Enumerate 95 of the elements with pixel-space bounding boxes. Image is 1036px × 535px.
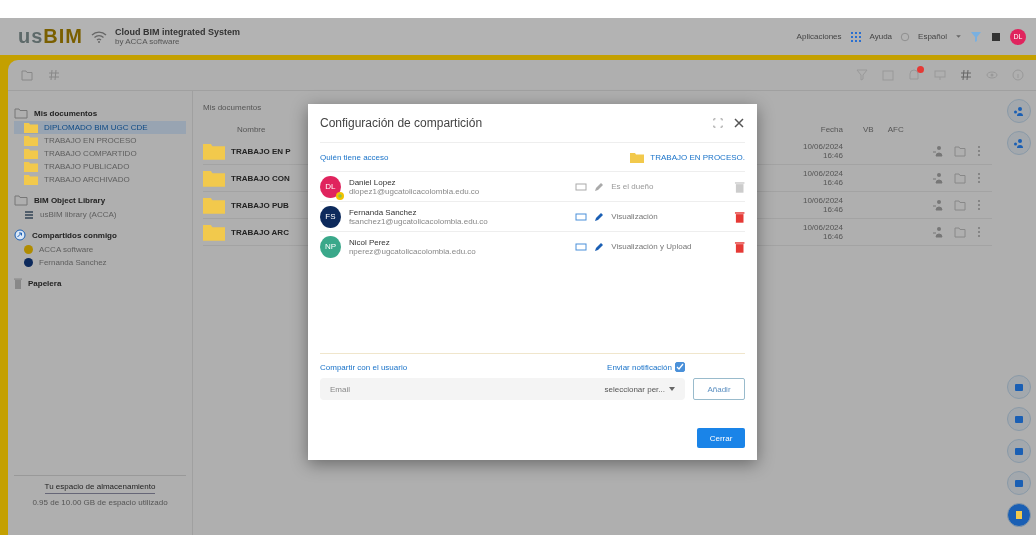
sidebar-section[interactable]: Compartidos conmigo (32, 230, 117, 240)
date-cell: 10/06/2024 (802, 169, 843, 178)
dialog-title: Configuración de compartición (320, 116, 483, 130)
sidebar-item[interactable]: Fernanda Sanchez (14, 256, 186, 269)
filter-icon[interactable] (970, 30, 982, 43)
folder-icon (203, 142, 225, 160)
column-header[interactable]: AFC (887, 124, 904, 134)
folder-outline-icon[interactable] (954, 226, 966, 238)
storage-title: Tu espacio de almacenamiento (44, 482, 156, 494)
file-name[interactable]: TRABAJO CON (231, 173, 290, 183)
storage-usage: 0.95 de 10.00 GB de espacio utilizado (32, 498, 168, 507)
card-icon[interactable] (575, 210, 588, 223)
folder-icon (630, 151, 645, 163)
time-cell: 16:46 (822, 178, 843, 187)
add-button[interactable]: Añadir (693, 378, 745, 400)
grid-icon[interactable] (849, 30, 862, 43)
logo: usBIM (18, 25, 83, 48)
hash-icon[interactable] (960, 69, 972, 81)
sidebar-section[interactable]: Mis documentos (34, 108, 98, 118)
trash-icon[interactable] (733, 210, 745, 223)
close-icon[interactable] (733, 117, 745, 129)
column-header[interactable]: Fecha (773, 124, 843, 134)
time-cell: 16:46 (822, 205, 843, 214)
header-menu-item[interactable]: Español (918, 32, 947, 41)
sidebar-item[interactable]: TRABAJO EN PROCESO (14, 134, 186, 147)
user-name: Nicol Perez (348, 237, 391, 247)
column-header[interactable]: VB (863, 124, 874, 134)
wifi-icon (91, 30, 107, 43)
date-cell: 10/06/2024 (802, 196, 843, 205)
sidebar-item[interactable]: TRABAJO PUBLICADO (14, 160, 186, 173)
user-name: Fernanda Sanchez (348, 207, 418, 217)
permission-label[interactable]: Visualización y Upload (611, 242, 692, 251)
folder-icon (24, 148, 38, 159)
folder-icon (203, 169, 225, 187)
date-cell: 10/06/2024 (802, 142, 843, 151)
close-button[interactable]: Cerrar (697, 428, 745, 448)
folder-outline-icon[interactable] (954, 172, 966, 184)
user-email: fsanchez1@ugcatolicacolombia.edu.co (348, 216, 489, 226)
folder-icon (24, 161, 38, 172)
sidebar-item[interactable]: TRABAJO COMPARTIDO (14, 147, 186, 160)
caret-icon[interactable] (955, 33, 962, 40)
folder-icon (24, 174, 38, 185)
user-avatar: NP (320, 235, 341, 258)
time-cell: 16:46 (822, 232, 843, 241)
pencil-icon[interactable] (593, 240, 606, 253)
permission-label[interactable]: Visualización (611, 212, 658, 221)
app-subtitle: by ACCA software (115, 37, 181, 46)
user-avatar: DL (320, 175, 341, 198)
email-field[interactable]: Email seleccionar per... (320, 378, 685, 400)
card-icon[interactable] (575, 240, 588, 253)
notify-label: Enviar notificación (607, 362, 672, 372)
folder-name: TRABAJO EN PROCESO. (650, 152, 745, 162)
notify-checkbox[interactable] (675, 362, 685, 372)
share-circle-icon (14, 229, 26, 241)
folder-outline-icon (14, 107, 28, 119)
share-label: Compartir con el usuario (320, 362, 408, 372)
more-icon[interactable] (976, 172, 982, 184)
folder-outline-icon[interactable] (20, 69, 34, 81)
hash-icon[interactable] (48, 69, 60, 81)
trash-icon[interactable] (733, 240, 745, 253)
folder-icon (203, 223, 225, 241)
trash-icon (14, 277, 22, 289)
date-cell: 10/06/2024 (802, 223, 843, 232)
header-menu-item[interactable]: Aplicaciones (796, 32, 842, 41)
user-avatar: FS (320, 205, 341, 228)
sidebar-item[interactable]: usBIM library (ACCA) (14, 208, 186, 221)
expand-icon[interactable] (713, 118, 723, 128)
folder-icon (24, 122, 38, 133)
file-name[interactable]: TRABAJO EN P (231, 146, 291, 156)
sidebar-section[interactable]: BIM Object Library (34, 195, 106, 205)
caret-icon[interactable] (669, 386, 675, 392)
folder-icon (203, 196, 225, 214)
notification-badge-icon (917, 66, 924, 73)
sidebar-section[interactable]: Papelera (28, 278, 62, 288)
more-icon[interactable] (976, 145, 982, 157)
header-menu-item[interactable]: Ayuda (869, 32, 893, 41)
access-label: Quién tiene acceso (320, 152, 389, 162)
sidebar-item[interactable]: DIPLOMADO BIM UGC CDE (14, 121, 186, 134)
more-icon[interactable] (976, 199, 982, 211)
sidebar-item[interactable]: TRABAJO ARCHIVADO (14, 173, 186, 186)
user-email: dlopez1@ugcatolicacolombia.edu.co (348, 186, 481, 196)
sidebar-item[interactable]: ACCA software (14, 243, 186, 256)
pencil-icon[interactable] (593, 210, 606, 223)
permission-dropdown[interactable]: seleccionar per... (604, 384, 675, 394)
app-title: Cloud BIM integrated System (115, 27, 241, 37)
folder-outline-icon (14, 194, 28, 206)
folder-outline-icon[interactable] (954, 199, 966, 211)
user-name: Daniel Lopez (348, 177, 396, 187)
user-email: nperez@ugcatolicacolombia.edu.co (348, 246, 477, 256)
library-icon (24, 209, 34, 220)
folder-outline-icon[interactable] (954, 145, 966, 157)
time-cell: 16:46 (822, 151, 843, 160)
more-icon[interactable] (976, 226, 982, 238)
file-name[interactable]: TRABAJO PUB (231, 200, 289, 210)
file-name[interactable]: TRABAJO ARC (231, 227, 289, 237)
